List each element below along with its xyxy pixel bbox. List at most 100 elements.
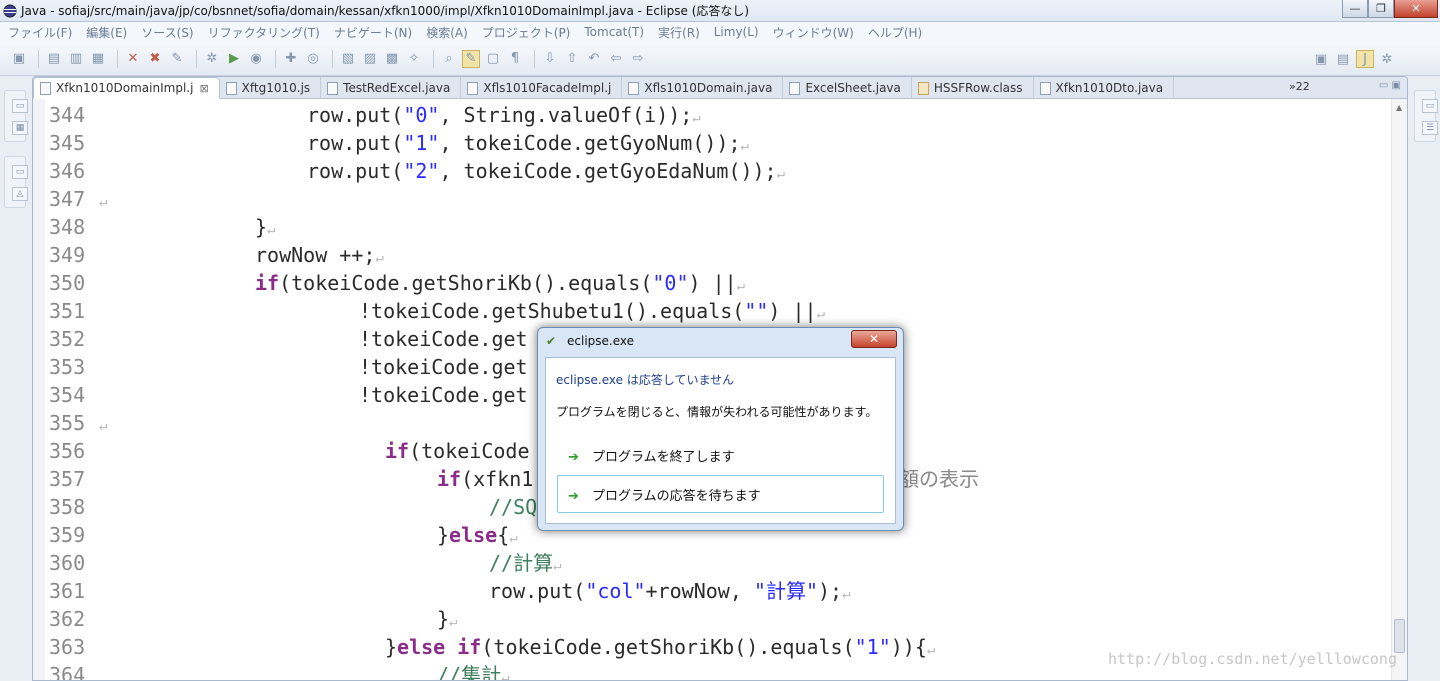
vertical-scrollbar[interactable]: ▲ (1391, 99, 1407, 680)
code-line: row.put("0", String.valueOf(i));↵ (307, 103, 701, 127)
minimize-maximize-icon[interactable]: ▭ ▣ (1379, 80, 1401, 91)
menu-navigate[interactable]: ナビゲート(N) (334, 24, 412, 41)
toolbar-separator (534, 49, 535, 68)
mark-occurrences-icon[interactable]: ✎ (462, 49, 480, 68)
menu-window[interactable]: ウィンドウ(W) (773, 24, 854, 41)
menu-search[interactable]: 検索(A) (426, 24, 468, 41)
previous-annotation-icon[interactable]: ⇧ (563, 50, 581, 68)
tab-label: HSSFRow.class (933, 81, 1023, 95)
tab-excelsheet[interactable]: ExcelSheet.java (783, 77, 912, 99)
green-arrow-icon: ➔ (568, 450, 579, 465)
save-icon[interactable]: ▤ (45, 50, 63, 68)
java-file-icon (789, 81, 801, 95)
toolbar-separator (196, 49, 197, 68)
menu-project[interactable]: プロジェクト(P) (482, 24, 571, 41)
toolbar-separator (332, 49, 333, 68)
close-window-button[interactable]: ✕ (1394, 0, 1438, 18)
tab-hssfrow[interactable]: HSSFRow.class (912, 77, 1034, 99)
outline-icon[interactable]: ☰ (1422, 121, 1438, 135)
new-java-project-icon[interactable]: ✚ (282, 50, 300, 68)
option-label: プログラムを終了します (592, 449, 735, 465)
code-line: !tokeiCode.getShubetu1().equals("") ||↵ (359, 299, 826, 323)
tab-label: ExcelSheet.java (805, 81, 901, 95)
block-selection-icon[interactable]: ▢ (484, 50, 502, 68)
menu-help[interactable]: ヘルプ(H) (868, 24, 922, 41)
open-folder-icon[interactable]: ▨ (361, 50, 379, 68)
open-task-icon[interactable]: ▩ (383, 50, 401, 68)
toolbar-separator (38, 49, 39, 68)
right-trim-bar: ▭ ☰ (1410, 76, 1440, 681)
tab-label: Xfkn1010DomainImpl.j (56, 81, 194, 95)
java-perspective-icon[interactable]: J (1356, 50, 1374, 68)
tab-xfkn1010domainimpl[interactable]: Xfkn1010DomainImpl.j ⊠ (33, 77, 220, 99)
close-tab-icon[interactable]: ⊠ (199, 82, 208, 95)
java-file-icon (1039, 81, 1051, 95)
close-program-option[interactable]: ➔ プログラムを終了します (557, 436, 884, 474)
java-ee-perspective-icon[interactable]: ▤ (1334, 50, 1352, 68)
menu-source[interactable]: ソース(S) (141, 24, 193, 41)
minimize-button[interactable]: — (1342, 0, 1368, 18)
menu-run[interactable]: 実行(R) (658, 24, 700, 41)
wait-program-option[interactable]: ➔ プログラムの応答を待ちます (557, 475, 884, 513)
title-bar: Java - sofiaj/src/main/java/jp/co/bsnnet… (0, 0, 1440, 22)
restore-icon[interactable]: ▭ (1422, 99, 1438, 113)
show-whitespace-icon[interactable]: ¶ (506, 50, 524, 68)
code-line: }else if(tokeiCode.getShoriKb().equals("… (385, 635, 936, 659)
next-annotation-icon[interactable]: ⇩ (541, 50, 559, 68)
menu-refactor[interactable]: リファクタリング(T) (208, 24, 320, 41)
menu-bar: ファイル(F) 編集(E) ソース(S) リファクタリング(T) ナビゲート(N… (0, 22, 1440, 42)
new-icon[interactable]: ▣ (10, 50, 28, 68)
menu-limy[interactable]: Limy(L) (714, 25, 759, 39)
code-line: row.put("2", tokeiCode.getGyoEdaNum());↵ (307, 159, 786, 183)
tab-overflow-button[interactable]: »22 (1289, 80, 1310, 93)
editor-gutter (33, 99, 45, 680)
save-all-icon[interactable]: ▥ (67, 50, 85, 68)
new-class-icon[interactable]: ◎ (304, 50, 322, 68)
open-perspective-icon[interactable]: ▣ (1312, 50, 1330, 68)
restore-icon[interactable]: ▭ (12, 99, 28, 113)
search-icon[interactable]: ⌕ (440, 50, 458, 68)
code-fragment: 額の表示 (899, 467, 979, 491)
restore-icon[interactable]: ▭ (12, 165, 28, 179)
tab-label: Xftg1010.js (241, 81, 311, 95)
menu-file[interactable]: ファイル(F) (8, 24, 72, 41)
dialog-heading: eclipse.exe は応答していません (556, 373, 735, 387)
dialog-close-button[interactable]: ✕ (851, 330, 897, 348)
remove-breakpoints-icon[interactable]: ✖ (146, 50, 164, 68)
last-edit-icon[interactable]: ↶ (585, 50, 603, 68)
toolbar-separator (433, 49, 434, 68)
perspective-bar: ▣ ▤ J ✲ (1312, 50, 1400, 68)
print-icon[interactable]: ▦ (89, 50, 107, 68)
java-file-icon (467, 81, 479, 95)
scroll-up-icon[interactable]: ▲ (1396, 103, 1402, 112)
package-explorer-icon[interactable]: ▦ (12, 121, 28, 135)
back-icon[interactable]: ⇦ (607, 50, 625, 68)
maximize-button[interactable]: ❐ (1368, 0, 1394, 18)
tab-xfls1010domain[interactable]: Xfls1010Domain.java (622, 77, 784, 99)
tab-testredexcel[interactable]: TestRedExcel.java (321, 77, 462, 99)
left-trim-bar: ▭ ▦ ▭ ◬ (0, 76, 30, 681)
code-line: }↵ (255, 215, 276, 239)
code-line: //集計↵ (437, 663, 510, 681)
coverage-icon[interactable]: ◉ (247, 50, 265, 68)
skip-breakpoints-icon[interactable]: ✕ (124, 50, 142, 68)
not-responding-dialog: ✔ eclipse.exe ✕ eclipse.exe は応答していません プロ… (537, 327, 904, 531)
js-file-icon (225, 81, 237, 95)
menu-tomcat[interactable]: Tomcat(T) (584, 25, 644, 39)
tab-xftg1010[interactable]: Xftg1010.js (220, 77, 322, 99)
wand-icon[interactable]: ✧ (405, 50, 423, 68)
forward-icon[interactable]: ⇨ (629, 50, 647, 68)
minimized-view-group: ▭ ☰ (1414, 90, 1438, 142)
debug-icon[interactable]: ✲ (203, 50, 221, 68)
tab-xfkn1010dto[interactable]: Xfkn1010Dto.java (1034, 77, 1175, 99)
hierarchy-icon[interactable]: ◬ (12, 187, 28, 201)
minimized-view-group: ▭ ▦ (4, 90, 28, 142)
debug-perspective-icon[interactable]: ✲ (1378, 50, 1396, 68)
tab-xfls1010facadeimpl[interactable]: Xfls1010FacadeImpl.j (461, 77, 623, 99)
toggle-icon[interactable]: ✎ (168, 50, 186, 68)
scrollbar-thumb[interactable] (1394, 619, 1405, 653)
open-type-icon[interactable]: ▧ (339, 50, 357, 68)
dialog-body: eclipse.exe は応答していません プログラムを閉じると、情報が失われる… (545, 357, 896, 524)
menu-edit[interactable]: 編集(E) (86, 24, 127, 41)
run-icon[interactable]: ▶ (225, 50, 243, 68)
